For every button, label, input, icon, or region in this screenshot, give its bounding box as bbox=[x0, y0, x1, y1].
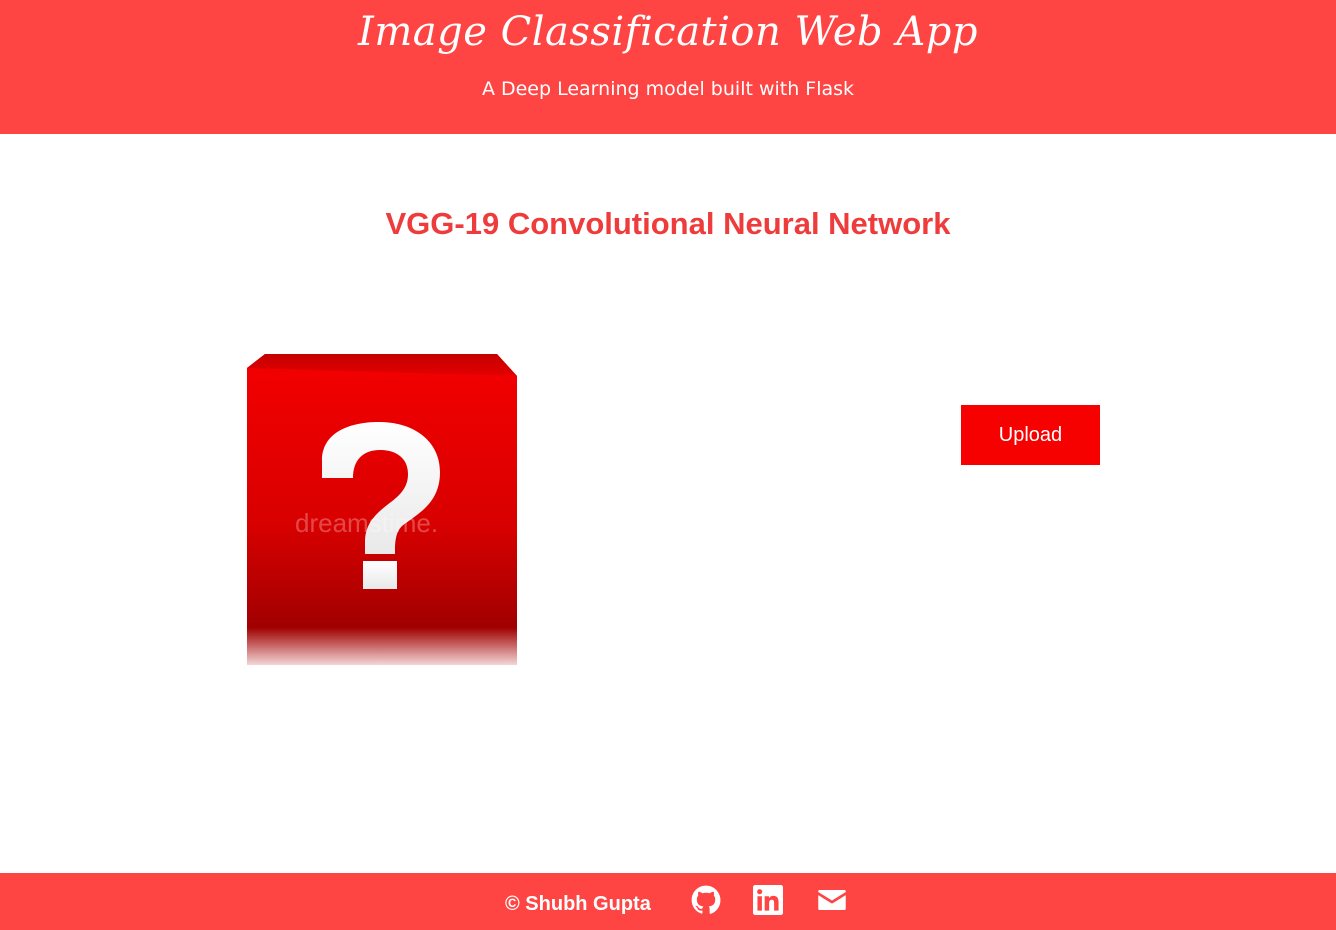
app-title: Image Classification Web App bbox=[358, 9, 978, 55]
upload-button[interactable]: Upload bbox=[961, 405, 1100, 465]
question-box-image: dreamstime. bbox=[247, 354, 517, 665]
site-footer: © Shubh Gupta bbox=[0, 873, 1336, 930]
copyright-text: © Shubh Gupta bbox=[505, 893, 651, 915]
github-icon[interactable] bbox=[691, 885, 721, 915]
watermark-text: dreamstime. bbox=[295, 508, 438, 538]
site-header: Image Classification Web App A Deep Lear… bbox=[0, 0, 1336, 134]
app-subtitle: A Deep Learning model built with Flask bbox=[481, 78, 855, 100]
preview-image: dreamstime. bbox=[247, 354, 517, 665]
linkedin-icon[interactable] bbox=[753, 885, 783, 915]
model-heading: VGG-19 Convolutional Neural Network bbox=[385, 206, 951, 241]
mail-icon[interactable] bbox=[817, 885, 847, 915]
